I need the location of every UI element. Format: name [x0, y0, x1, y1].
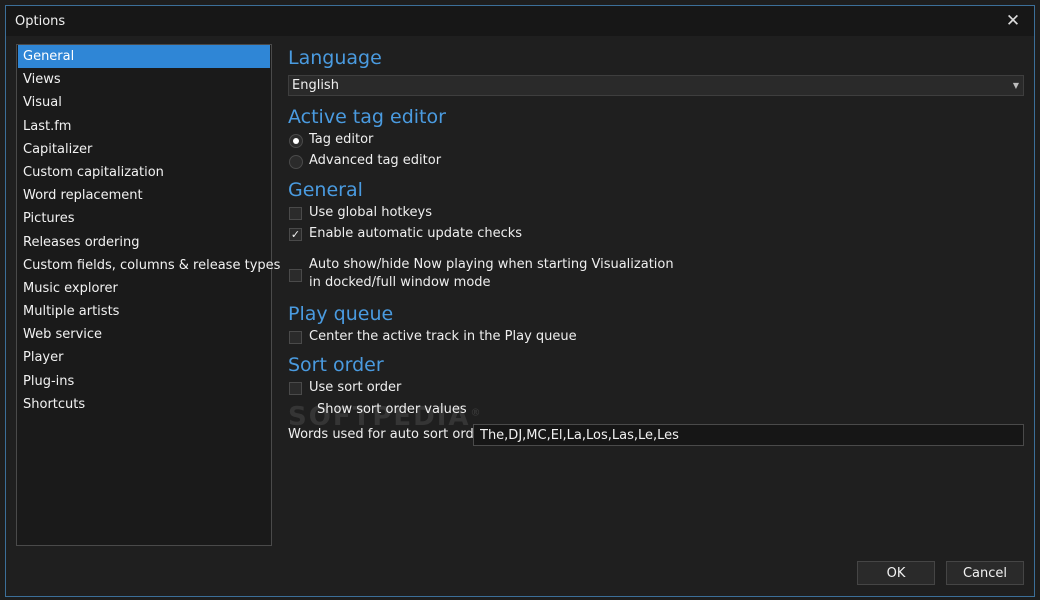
general-heading: General — [288, 179, 363, 201]
language-heading: Language — [288, 47, 382, 69]
center-track-label: Center the active track in the Play queu… — [309, 329, 577, 344]
use-sort-order-label: Use sort order — [309, 380, 402, 395]
registered-mark: ® — [470, 407, 483, 419]
tag-editor-label: Tag editor — [309, 132, 374, 147]
sidebar-item-music-explorer[interactable]: Music explorer — [18, 277, 270, 300]
advanced-tag-editor-label: Advanced tag editor — [309, 153, 442, 168]
sidebar-item-pictures[interactable]: Pictures — [18, 207, 270, 230]
chevron-down-icon: ▼ — [1012, 81, 1019, 90]
sidebar-item-shortcuts[interactable]: Shortcuts — [18, 393, 270, 416]
sidebar-item-web-service[interactable]: Web service — [18, 323, 270, 346]
checkbox-box[interactable] — [289, 269, 302, 282]
options-window: Options ✕ General Views Visual Last.fm C… — [5, 5, 1035, 597]
radio-selected-dot — [293, 138, 299, 144]
sidebar-item-custom-capitalization[interactable]: Custom capitalization — [18, 161, 270, 184]
language-select[interactable]: English ▼ — [288, 75, 1024, 96]
sidebar-item-custom-fields[interactable]: Custom fields, columns & release types — [18, 254, 280, 277]
sidebar-item-general[interactable]: General — [18, 45, 270, 69]
language-value: English — [292, 78, 339, 93]
sidebar-item-multiple-artists[interactable]: Multiple artists — [18, 300, 270, 323]
ok-button[interactable]: OK — [857, 561, 935, 585]
sidebar-item-plug-ins[interactable]: Plug-ins — [18, 370, 270, 393]
cancel-button[interactable]: Cancel — [946, 561, 1024, 585]
checkbox-box[interactable] — [289, 331, 302, 344]
sidebar-item-visual[interactable]: Visual — [18, 91, 270, 114]
checkbox-box[interactable] — [289, 382, 302, 395]
auto-show-line-1: Auto show/hide Now playing when starting… — [309, 257, 674, 272]
window-title: Options — [15, 14, 66, 29]
sidebar-item-player[interactable]: Player — [18, 346, 270, 369]
sidebar-item-releases-ordering[interactable]: Releases ordering — [18, 231, 270, 254]
auto-show-line-2: in docked/full window mode — [309, 275, 491, 290]
checkbox-box[interactable] — [289, 207, 302, 220]
sort-words-row: Words used for auto sort order — [288, 424, 1028, 446]
checkmark-icon[interactable]: ✓ — [289, 228, 302, 241]
sort-words-input[interactable] — [473, 424, 1024, 446]
auto-update-label: Enable automatic update checks — [309, 226, 523, 241]
sidebar-item-word-replacement[interactable]: Word replacement — [18, 184, 270, 207]
tag-editor-heading: Active tag editor — [288, 106, 446, 128]
global-hotkeys-label: Use global hotkeys — [309, 205, 433, 220]
sidebar-item-lastfm[interactable]: Last.fm — [18, 115, 270, 138]
auto-show-now-playing-label: Auto show/hide Now playing when starting… — [309, 256, 729, 292]
sort-words-label: Words used for auto sort order — [288, 427, 488, 442]
sidebar-item-views[interactable]: Views — [18, 68, 270, 91]
options-sidebar: General Views Visual Last.fm Capitalizer… — [16, 44, 280, 546]
general-settings-panel: Language English ▼ Active tag editor Tag… — [288, 6, 1028, 566]
radio-button[interactable] — [289, 134, 303, 148]
sidebar-item-capitalizer[interactable]: Capitalizer — [18, 138, 270, 161]
play-queue-heading: Play queue — [288, 303, 394, 325]
sort-order-heading: Sort order — [288, 354, 384, 376]
radio-button[interactable] — [289, 155, 303, 169]
show-sort-values-label: Show sort order values — [317, 402, 467, 417]
